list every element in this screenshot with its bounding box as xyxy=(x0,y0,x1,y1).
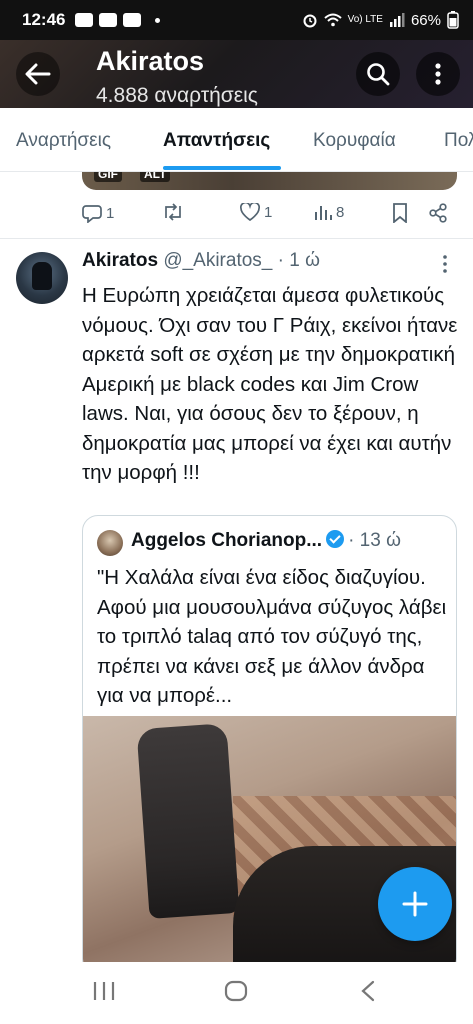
tab-highlights[interactable]: Κορυφαία xyxy=(313,130,396,152)
search-icon xyxy=(367,63,390,86)
notification-icons xyxy=(75,13,161,27)
quote-text: "Η Χαλάλα είναι ένα είδος διαζυγίου. Αφο… xyxy=(97,566,447,707)
tweet-time[interactable]: · 1 ώ xyxy=(278,250,320,271)
alt-badge[interactable]: ALT xyxy=(140,172,171,182)
media-standing-figure xyxy=(136,723,240,919)
status-bar: 12:46 Vo) LTE 66% xyxy=(0,0,473,40)
like-count: 1 xyxy=(264,203,273,221)
quote-time: · 13 ώ xyxy=(348,530,401,551)
active-tab-indicator xyxy=(163,166,281,170)
home-icon[interactable] xyxy=(224,980,248,1002)
recent-apps-icon[interactable] xyxy=(92,980,116,1002)
tweet-header: Akiratos @_Akiratos_ · 1 ώ xyxy=(82,250,452,272)
author-name[interactable]: Akiratos xyxy=(82,250,158,271)
reply-button[interactable]: 1 xyxy=(82,203,114,223)
profile-tabs: Αναρτήσεις Απαντήσεις Κορυφαία Πολ xyxy=(0,108,473,172)
views-count: 8 xyxy=(336,203,345,221)
tweet-more-icon[interactable] xyxy=(438,254,452,274)
gallery-icon xyxy=(75,13,94,27)
quote-header: Aggelos Chorianop... · 13 ώ xyxy=(131,530,401,552)
youtube-icon xyxy=(123,13,142,27)
previous-tweet-media[interactable]: GIF ALT xyxy=(82,172,457,190)
compose-button[interactable] xyxy=(378,867,452,941)
tweet-text: Η Ευρώπη χρειάζεται άμεσα φυλετικούς νόμ… xyxy=(82,284,458,484)
post-count: 4.888 αναρτήσεις xyxy=(96,84,258,107)
tab-posts[interactable]: Αναρτήσεις xyxy=(16,130,111,152)
retweet-icon xyxy=(165,203,181,221)
author-handle[interactable]: @_Akiratos_ xyxy=(163,250,272,271)
avatar[interactable] xyxy=(16,252,68,304)
views-button[interactable]: 8 xyxy=(314,203,344,221)
system-nav-bar xyxy=(0,962,473,1024)
share-icon xyxy=(429,203,447,223)
status-time: 12:46 xyxy=(22,10,66,29)
battery-percent: 66% xyxy=(410,11,441,29)
status-right: Vo) LTE 66% xyxy=(302,11,459,29)
heart-icon xyxy=(240,203,260,221)
reply-count: 1 xyxy=(106,204,115,222)
gif-badge: GIF xyxy=(94,172,122,182)
profile-header: Akiratos 4.888 αναρτήσεις xyxy=(0,40,473,108)
wifi-icon xyxy=(323,13,342,27)
chat-icon xyxy=(99,13,118,27)
tab-more[interactable]: Πολ xyxy=(444,130,473,152)
quote-author-name: Aggelos Chorianop... xyxy=(131,530,323,551)
bookmark-icon xyxy=(393,203,407,223)
battery-icon xyxy=(447,11,459,29)
arrow-left-icon xyxy=(25,63,51,85)
tweet-divider xyxy=(0,238,473,239)
back-button[interactable] xyxy=(16,52,60,96)
reply-icon xyxy=(82,205,102,223)
more-button[interactable] xyxy=(416,52,460,96)
verified-badge-icon xyxy=(326,530,345,548)
previous-tweet-actions: 1 1 8 xyxy=(82,203,457,227)
more-notifications-dot xyxy=(155,17,161,23)
search-button[interactable] xyxy=(356,52,400,96)
retweet-button[interactable] xyxy=(162,203,184,221)
plus-icon xyxy=(402,891,428,917)
network-label: Vo) LTE xyxy=(347,14,383,25)
quote-avatar xyxy=(97,530,123,556)
profile-name: Akiratos xyxy=(96,46,205,76)
more-vertical-icon xyxy=(435,63,441,85)
share-button[interactable] xyxy=(428,203,448,223)
tab-replies[interactable]: Απαντήσεις xyxy=(163,130,270,152)
signal-icon xyxy=(389,13,405,27)
like-button[interactable]: 1 xyxy=(240,203,272,221)
bookmark-button[interactable] xyxy=(392,203,408,223)
views-icon xyxy=(315,206,332,220)
alarm-icon xyxy=(303,14,317,28)
back-nav-icon[interactable] xyxy=(360,980,376,1002)
